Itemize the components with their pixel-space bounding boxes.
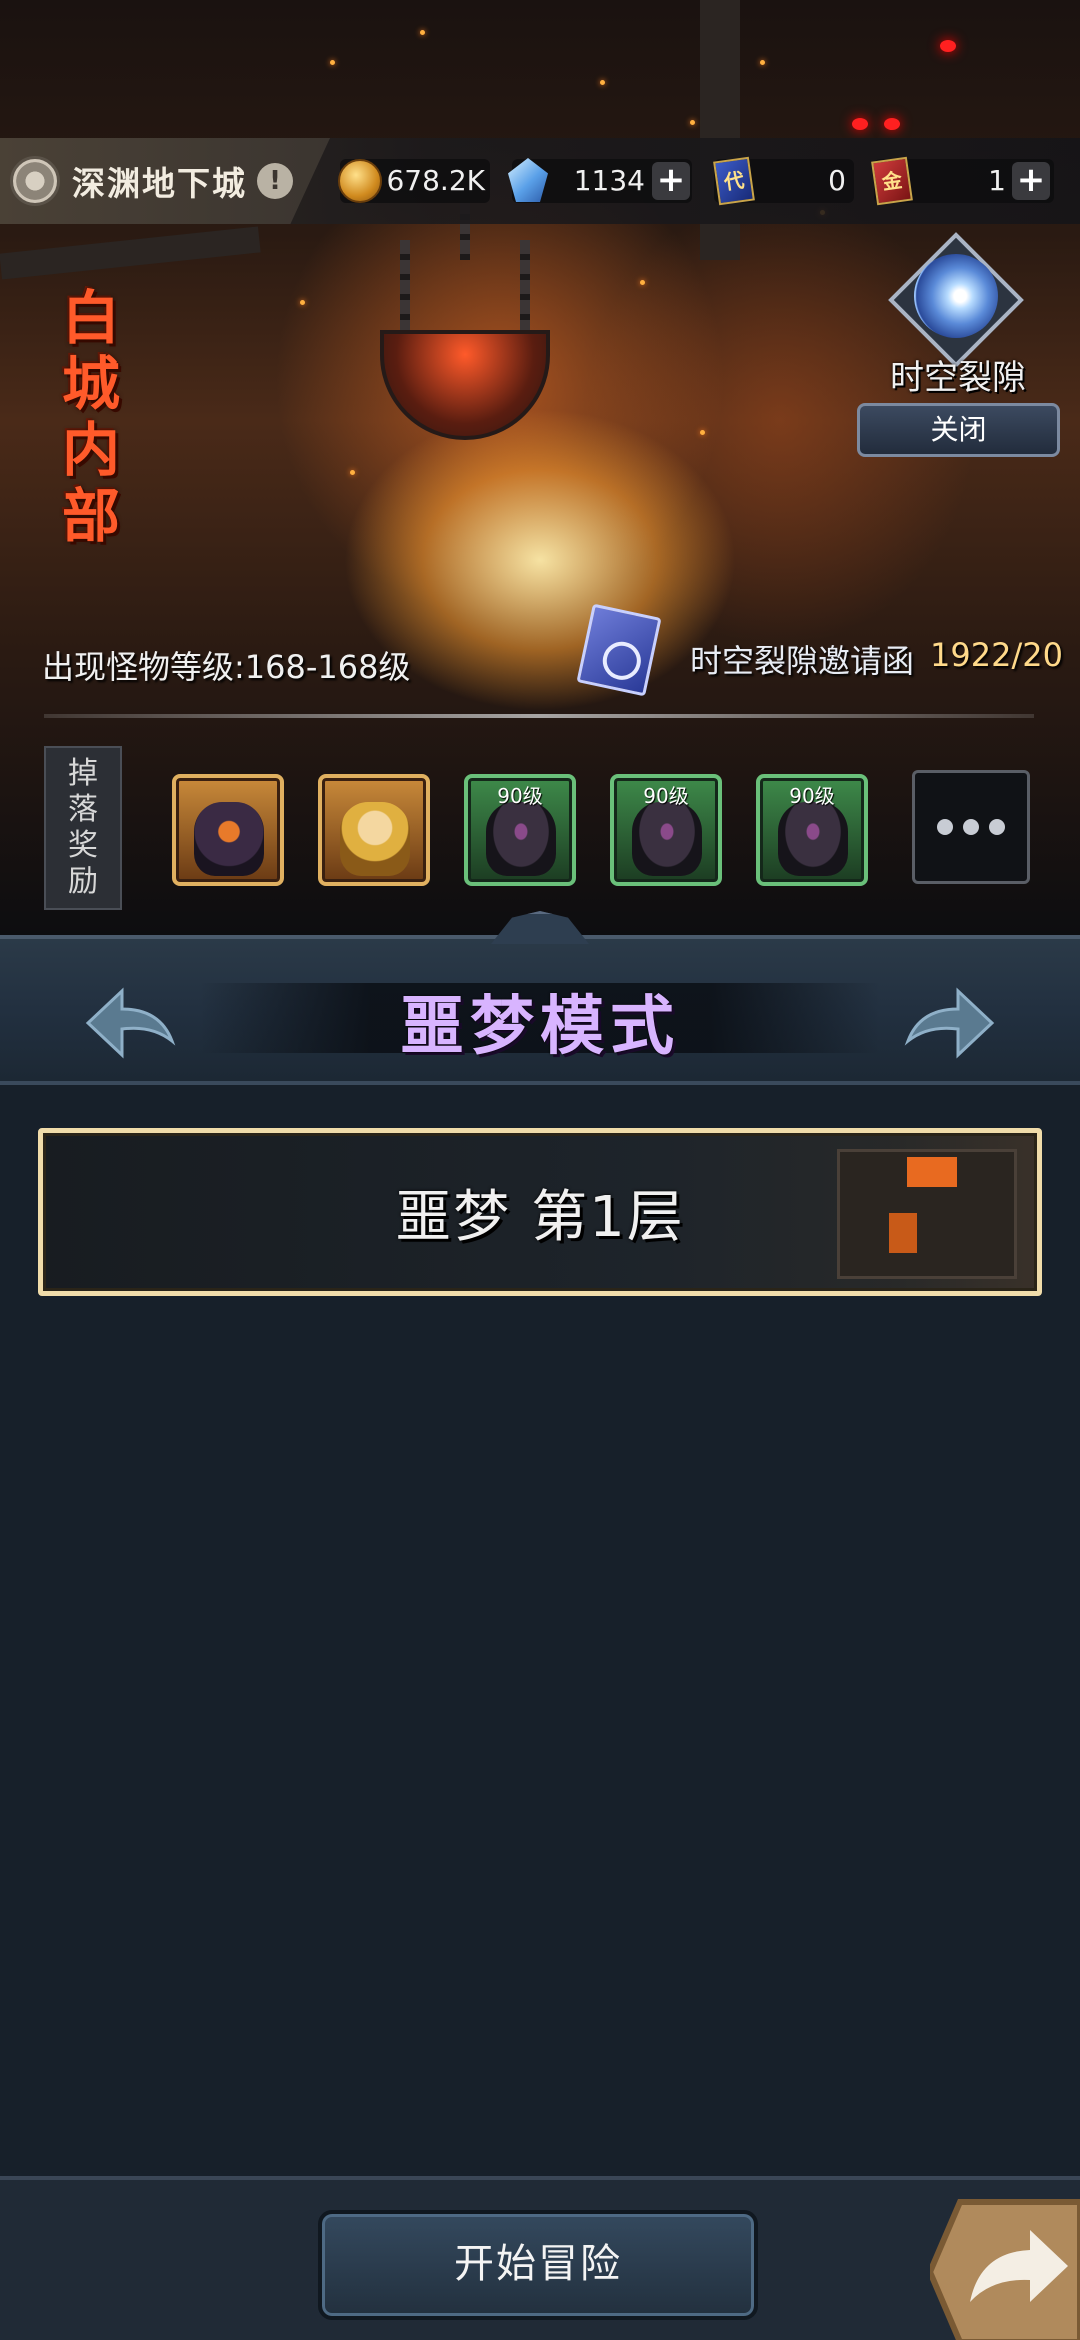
drop-label-char: 励 [68, 864, 98, 899]
blue-ticket-icon: 代 [713, 156, 755, 206]
wood-beam [0, 226, 261, 280]
drop-label-char: 落 [68, 792, 98, 827]
mode-selector: 噩梦模式 [0, 935, 1080, 1085]
drop-item[interactable]: 90级 [610, 774, 722, 886]
drop-label-char: 奖 [68, 828, 98, 863]
dot-icon [989, 819, 1005, 835]
spark [300, 300, 305, 305]
next-mode-button[interactable] [900, 983, 1000, 1063]
floor-label: 噩梦 第1层 [395, 1184, 685, 1250]
blue-ticket-value: 0 [828, 164, 846, 197]
spark [700, 430, 705, 435]
item-level: 90级 [789, 784, 835, 808]
dot-icon [937, 819, 953, 835]
armor-icon [486, 802, 556, 876]
monster-portrait-icon [194, 802, 264, 876]
invite-count: 1922/20 [930, 636, 1063, 674]
floor-item[interactable]: 噩梦 第1层 [38, 1128, 1042, 1296]
drop-rewards-label: 掉 落 奖 励 [44, 746, 122, 910]
drop-item[interactable] [172, 774, 284, 886]
chain [400, 240, 410, 340]
drop-item[interactable]: 90级 [756, 774, 868, 886]
drop-label-char: 掉 [68, 756, 98, 791]
add-crystal-button[interactable]: + [652, 162, 690, 200]
item-level: 90级 [497, 784, 543, 808]
dungeon-title-char: 内 [62, 416, 121, 484]
drop-item[interactable]: 90级 [464, 774, 576, 886]
item-level: 90级 [643, 784, 689, 808]
crystal-value: 1134 [573, 164, 645, 197]
spark [330, 60, 335, 65]
spark [640, 280, 645, 285]
start-adventure-button[interactable]: 开始冒险 [318, 2210, 758, 2320]
spark [690, 120, 695, 125]
rift-label: 时空裂隙 [890, 358, 1026, 398]
spark [760, 60, 765, 65]
glowing-eye [940, 40, 956, 52]
resources: 678.2K 1134 + 代 0 金 1 + [0, 138, 1080, 224]
drop-item[interactable] [318, 774, 430, 886]
bottom-bar: 开始冒险 [0, 2176, 1080, 2340]
vortex-icon [914, 254, 998, 338]
cauldron [380, 330, 550, 440]
share-arrow-button[interactable] [930, 2192, 1080, 2340]
more-drops-button[interactable] [912, 770, 1030, 884]
spark [420, 30, 425, 35]
glowing-eye [884, 118, 900, 130]
divider [44, 714, 1034, 718]
glowing-eye [852, 118, 868, 130]
dot-icon [963, 819, 979, 835]
elf-portrait-icon [340, 802, 410, 876]
monster-level-text: 出现怪物等级:168-168级 [42, 648, 411, 686]
chain [520, 240, 530, 340]
dungeon-title: 白 城 内 部 [62, 285, 132, 549]
add-ticket-button[interactable]: + [1012, 162, 1050, 200]
dungeon-title-char: 城 [62, 350, 121, 418]
invite-label: 时空裂隙邀请函 [690, 642, 915, 680]
arrow-right-icon [904, 987, 995, 1059]
dungeon-title-char: 部 [62, 482, 121, 550]
gold-value: 678.2K [386, 164, 485, 197]
armor-icon [778, 802, 848, 876]
spark [350, 470, 355, 475]
red-ticket-icon: 金 [871, 156, 913, 206]
close-button[interactable]: 关闭 [857, 403, 1060, 457]
red-ticket-value: 1 [988, 164, 1006, 197]
resource-bar: 深渊地下城 ! 678.2K 1134 + 代 0 金 1 + [0, 138, 1080, 224]
armor-icon [632, 802, 702, 876]
dungeon-title-char: 白 [62, 284, 121, 352]
spark [600, 80, 605, 85]
